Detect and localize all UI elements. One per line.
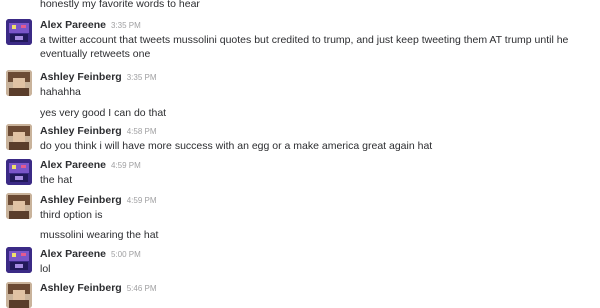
ashley-avatar[interactable]	[6, 70, 32, 96]
message-text: hahahha	[40, 86, 81, 98]
sender-name[interactable]: Alex Pareene	[40, 248, 106, 260]
message-timestamp[interactable]: 3:35 PM	[127, 73, 157, 82]
alex-avatar[interactable]	[6, 19, 32, 45]
message-header: Alex Pareene 4:59 PM	[40, 158, 141, 173]
message-text: third option is	[40, 209, 103, 221]
message-timestamp[interactable]: 5:00 PM	[111, 250, 141, 259]
message-timestamp[interactable]: 4:59 PM	[111, 161, 141, 170]
sender-name[interactable]: Ashley Feinberg	[40, 282, 122, 294]
message-text: the hat	[40, 174, 73, 186]
message-text: lol	[40, 263, 51, 275]
ashley-avatar[interactable]	[6, 193, 32, 219]
sender-name[interactable]: Ashley Feinberg	[40, 194, 122, 206]
alex-avatar[interactable]	[6, 159, 32, 185]
message-header: Ashley Feinberg 4:58 PM	[40, 124, 157, 139]
alex-avatar[interactable]	[6, 247, 32, 273]
message-timestamp[interactable]: 3:35 PM	[111, 21, 141, 30]
message-header: Ashley Feinberg 3:35 PM	[40, 70, 157, 85]
ashley-avatar[interactable]	[6, 124, 32, 150]
message-timestamp[interactable]: 4:58 PM	[127, 127, 157, 136]
sender-name[interactable]: Ashley Feinberg	[40, 125, 122, 137]
message-header: Alex Pareene 3:35 PM	[40, 18, 141, 33]
message-timestamp[interactable]: 4:59 PM	[127, 196, 157, 205]
message-text: a twitter account that tweets mussolini …	[40, 34, 569, 60]
sender-name[interactable]: Ashley Feinberg	[40, 71, 122, 83]
message-text: mussolini wearing the hat	[40, 229, 159, 241]
message-header: Ashley Feinberg 5:46 PM	[40, 281, 157, 296]
message-header: Ashley Feinberg 4:59 PM	[40, 193, 157, 208]
message-text: honestly my favorite words to hear	[40, 0, 200, 10]
ashley-avatar[interactable]	[6, 282, 32, 308]
message-text: yes very good I can do that	[40, 107, 167, 119]
message-header: Alex Pareene 5:00 PM	[40, 247, 141, 262]
sender-name[interactable]: Alex Pareene	[40, 159, 106, 171]
message-timestamp[interactable]: 5:46 PM	[127, 284, 157, 293]
sender-name[interactable]: Alex Pareene	[40, 19, 106, 31]
message-text: do you think i will have more success wi…	[40, 140, 433, 152]
